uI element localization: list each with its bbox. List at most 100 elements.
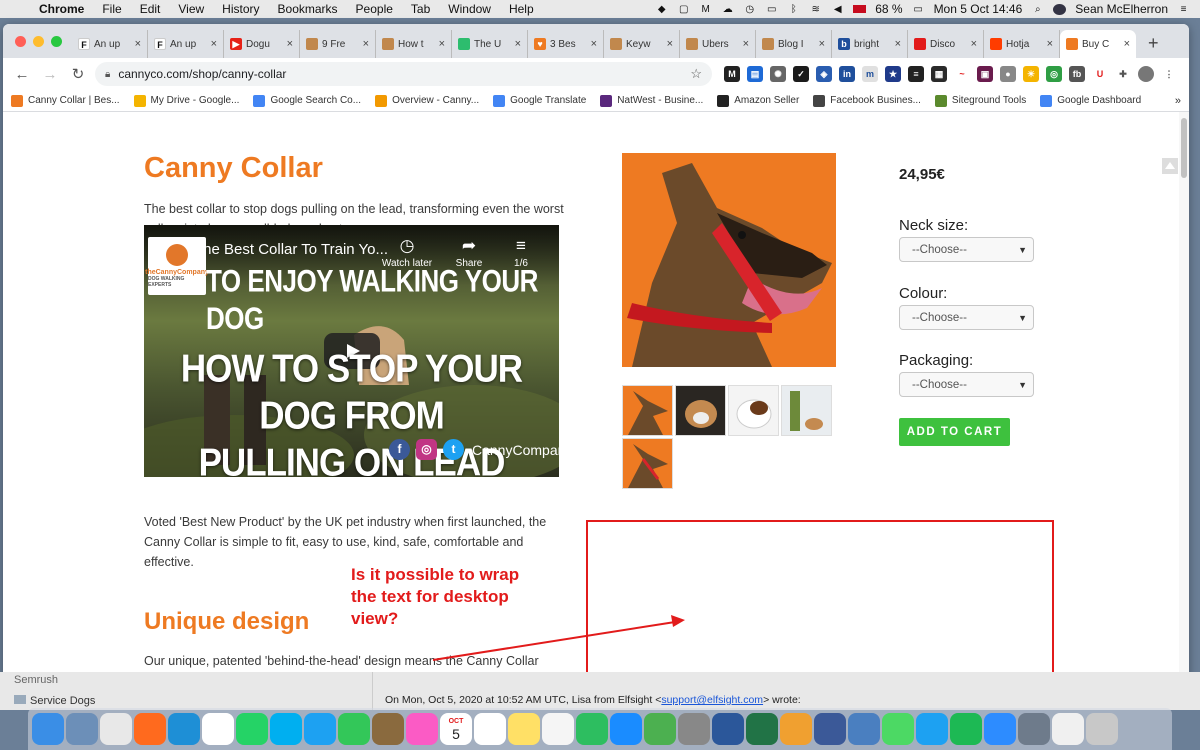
extension-bulb-icon[interactable]: ☀ — [1023, 66, 1039, 82]
bookmark-item[interactable]: Google Dashboard — [1040, 94, 1141, 107]
browser-tab[interactable]: Ubers × — [680, 30, 756, 58]
control-center-icon[interactable]: ≡ — [1177, 4, 1190, 15]
tab-close-icon[interactable]: × — [515, 38, 521, 50]
dock-finder-icon[interactable] — [32, 713, 64, 745]
tab-close-icon[interactable]: × — [135, 38, 141, 50]
dock-reminders-icon[interactable] — [474, 713, 506, 745]
tab-close-icon[interactable]: × — [1124, 38, 1130, 50]
bookmark-item[interactable]: Canny Collar | Bes... — [11, 94, 120, 107]
reload-button[interactable]: ↻ — [67, 65, 89, 83]
dock-facetime-icon[interactable] — [338, 713, 370, 745]
bookmark-item[interactable]: My Drive - Google... — [133, 94, 239, 107]
battery-percent[interactable]: 68 % — [875, 2, 902, 16]
extension-circle-icon[interactable]: ● — [1000, 66, 1016, 82]
dock-trash-icon[interactable] — [1086, 713, 1118, 745]
tab-close-icon[interactable]: × — [895, 38, 901, 50]
bookmark-item[interactable]: Amazon Seller — [717, 94, 799, 107]
tab-close-icon[interactable]: × — [743, 38, 749, 50]
menu-help[interactable]: Help — [500, 2, 543, 16]
address-bar[interactable]: 🔒︎ cannyco.com/shop/canny-collar ☆ — [95, 62, 712, 86]
dock-monitor-icon[interactable] — [814, 713, 846, 745]
browser-tab[interactable]: ▶ Dogu × — [224, 30, 300, 58]
scroll-to-top-button[interactable] — [1162, 158, 1178, 174]
dock-word-icon[interactable] — [712, 713, 744, 745]
tab-close-icon[interactable]: × — [667, 38, 673, 50]
dock-screenshot-icon[interactable] — [1052, 713, 1084, 745]
tab-close-icon[interactable]: × — [591, 38, 597, 50]
dock-messages-icon[interactable] — [882, 713, 914, 745]
bookmark-star-icon[interactable]: ☆ — [690, 66, 702, 82]
page-scrollbar-thumb[interactable] — [1181, 118, 1187, 178]
browser-tab[interactable]: F An up × — [148, 30, 224, 58]
extension-grid-icon[interactable]: ▦ — [931, 66, 947, 82]
wifi-icon[interactable]: ≋ — [809, 4, 822, 15]
thumbnail-1[interactable] — [622, 385, 673, 436]
extension-shield-icon[interactable]: ◈ — [816, 66, 832, 82]
colour-select[interactable]: --Choose-- ▼ — [899, 305, 1034, 330]
thumbnail-5[interactable] — [622, 438, 673, 489]
packaging-select[interactable]: --Choose-- ▼ — [899, 372, 1034, 397]
browser-tab[interactable]: 9 Fre × — [300, 30, 376, 58]
maximize-window-button[interactable] — [51, 35, 62, 47]
product-main-image[interactable] — [622, 153, 836, 367]
mail-sidebar-item-semrush[interactable]: Semrush — [14, 674, 58, 686]
thumbnail-2[interactable] — [675, 385, 726, 436]
dock-notes-icon[interactable] — [508, 713, 540, 745]
extension-doc-icon[interactable]: ▤ — [747, 66, 763, 82]
dock-itunes-icon[interactable] — [406, 713, 438, 745]
dock-photos-icon[interactable] — [780, 713, 812, 745]
menubar-username[interactable]: Sean McElherron — [1075, 2, 1168, 16]
extension-inv-icon[interactable]: in — [839, 66, 855, 82]
dock-tweetdeck-icon[interactable] — [304, 713, 336, 745]
bookmark-item[interactable]: Overview - Canny... — [375, 94, 479, 107]
dock-twitter-icon[interactable] — [916, 713, 948, 745]
thumbnail-4[interactable] — [781, 385, 832, 436]
dock-zoom-icon[interactable] — [984, 713, 1016, 745]
tab-close-icon[interactable]: × — [819, 38, 825, 50]
tab-close-icon[interactable]: × — [971, 38, 977, 50]
menu-bookmarks[interactable]: Bookmarks — [269, 2, 347, 16]
extension-m2-icon[interactable]: m — [862, 66, 878, 82]
dock-photo-viewer-icon[interactable] — [848, 713, 880, 745]
extension-chart-icon[interactable]: ~ — [954, 66, 970, 82]
mail-sidebar-item-service-dogs[interactable]: Service Dogs — [14, 695, 95, 707]
extension-globe-icon[interactable]: ◎ — [1046, 66, 1062, 82]
dock-notes-brown-icon[interactable] — [372, 713, 404, 745]
neck-size-select[interactable]: --Choose-- ▼ — [899, 237, 1034, 262]
extension-fb-icon[interactable]: fb — [1069, 66, 1085, 82]
page-scrollbar[interactable] — [1179, 112, 1189, 680]
menu-app-name[interactable]: Chrome — [30, 2, 93, 16]
browser-tab[interactable]: b bright × — [832, 30, 908, 58]
add-to-cart-button[interactable]: ADD TO CART — [899, 418, 1010, 446]
dock-textedit-icon[interactable] — [542, 713, 574, 745]
extensions-puzzle-icon[interactable]: ✚ — [1115, 66, 1131, 82]
battery-icon[interactable]: ▭ — [912, 4, 925, 15]
menu-window[interactable]: Window — [439, 2, 500, 16]
dock-calendar-icon[interactable]: OCT 5 — [440, 713, 472, 745]
extension-gear-icon[interactable]: ✺ — [770, 66, 786, 82]
dock-scanner-icon[interactable] — [678, 713, 710, 745]
bookmark-item[interactable]: Siteground Tools — [934, 94, 1026, 107]
forward-button[interactable]: → — [39, 66, 61, 83]
cloud-icon[interactable]: ☁ — [721, 4, 734, 15]
video-title[interactable]: The Best Collar To Train Yo... — [194, 241, 388, 258]
close-window-button[interactable] — [15, 35, 26, 47]
flag-icon[interactable] — [853, 5, 867, 13]
thumbnail-3[interactable] — [728, 385, 779, 436]
dock-launchpad-icon[interactable] — [1018, 713, 1050, 745]
browser-tab[interactable]: Hotja × — [984, 30, 1060, 58]
menu-people[interactable]: People — [347, 2, 402, 16]
menu-tab[interactable]: Tab — [402, 2, 439, 16]
bookmark-item[interactable]: Google Translate — [493, 94, 586, 107]
browser-tab[interactable]: F An up × — [72, 30, 148, 58]
youtube-video-embed[interactable]: theCannyCompany DOG WALKING EXPERTS The … — [144, 225, 559, 477]
tab-close-icon[interactable]: × — [363, 38, 369, 50]
menu-history[interactable]: History — [213, 2, 268, 16]
dock-slack-icon[interactable] — [202, 713, 234, 745]
dropbox-icon[interactable]: ◆ — [655, 4, 668, 15]
extension-layers-icon[interactable]: ≡ — [908, 66, 924, 82]
browser-tab[interactable]: The U × — [452, 30, 528, 58]
tab-close-icon[interactable]: × — [1047, 38, 1053, 50]
dock-ladybug-icon[interactable] — [644, 713, 676, 745]
browser-tab[interactable]: Keyw × — [604, 30, 680, 58]
